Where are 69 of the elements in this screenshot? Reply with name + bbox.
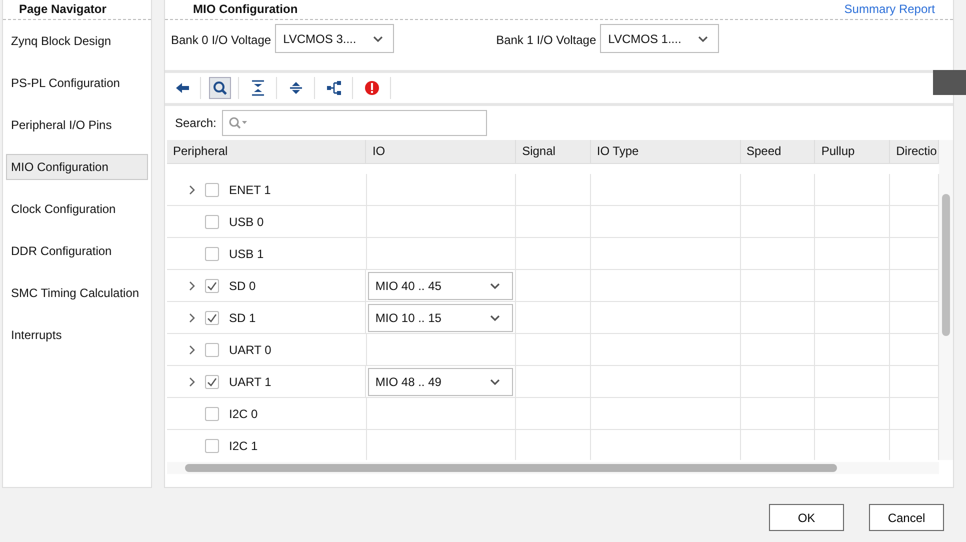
table-row[interactable]: SD 1 MIO 10 .. 15 [167, 302, 939, 334]
navigator-item[interactable]: Clock Configuration [6, 196, 148, 222]
column-header[interactable]: Signal [516, 140, 591, 163]
checkbox[interactable] [205, 406, 219, 420]
search-field[interactable] [222, 110, 488, 136]
navigator-item[interactable]: SMC Timing Calculation [6, 280, 148, 306]
table-row[interactable]: USB 0 [167, 206, 939, 238]
navigator-item[interactable]: Zynq Block Design [6, 28, 148, 54]
checkbox[interactable] [205, 214, 219, 228]
navigator-item[interactable]: Peripheral I/O Pins [6, 112, 148, 138]
vertical-scrollbar[interactable] [939, 140, 953, 460]
checkbox[interactable] [205, 278, 219, 292]
column-header[interactable]: Peripheral [167, 140, 366, 163]
navigator-item[interactable]: PS-PL Configuration [6, 70, 148, 96]
collapse-all-icon [250, 80, 266, 96]
navigator-item[interactable]: Interrupts [6, 322, 148, 348]
dialog-button[interactable]: OK [769, 504, 844, 531]
table-row[interactable]: USB 1 [167, 238, 939, 270]
column-header[interactable]: Speed [740, 140, 816, 163]
peripheral-name: SD 1 [229, 310, 256, 324]
peripheral-name: UART 1 [229, 374, 272, 388]
chevron-down-icon [490, 314, 500, 320]
checkbox[interactable] [205, 246, 219, 260]
navigator-item[interactable]: DDR Configuration [6, 238, 148, 264]
checkbox[interactable] [205, 374, 219, 388]
checkbox[interactable] [205, 310, 219, 324]
table-row[interactable]: UART 1 MIO 48 .. 49 [167, 366, 939, 398]
voltage-label: Bank 0 I/O Voltage [171, 33, 272, 47]
io-dropdown[interactable]: MIO 40 .. 45 [368, 272, 514, 300]
column-header[interactable]: IO [366, 140, 516, 163]
expand-all-icon [288, 80, 304, 96]
search-icon [212, 80, 228, 96]
horizontal-scrollbar[interactable] [167, 462, 939, 474]
table-row[interactable]: ENET 1 [167, 174, 939, 206]
dialog-button[interactable]: Cancel [869, 504, 944, 531]
chevron-down-icon [490, 282, 500, 288]
peripheral-name: I2C 1 [229, 438, 258, 452]
column-header[interactable]: IO Type [590, 140, 740, 163]
peripheral-name: USB 1 [229, 246, 264, 260]
peripheral-name: ENET 1 [229, 182, 271, 196]
error-icon [364, 80, 380, 96]
search-icon [228, 116, 248, 130]
peripheral-name: I2C 0 [229, 406, 258, 420]
io-dropdown[interactable]: MIO 48 .. 49 [368, 368, 514, 396]
io-dropdown[interactable]: MIO 10 .. 15 [368, 304, 514, 332]
search-label: Search: [175, 116, 216, 130]
navigator-title: Page Navigator [3, 0, 151, 20]
back-arrow-icon [174, 80, 190, 96]
table-row[interactable]: UART 0 [167, 334, 939, 366]
column-header[interactable]: Pullup [815, 140, 890, 163]
voltage-label: Bank 1 I/O Voltage [496, 33, 596, 47]
peripheral-name: USB 0 [229, 214, 264, 228]
table-row[interactable]: I2C 0 [167, 398, 939, 430]
voltage-dropdown[interactable]: LVCMOS 1.... [600, 24, 720, 53]
checkbox[interactable] [205, 342, 219, 356]
chevron-down-icon [490, 378, 500, 384]
checkbox[interactable] [205, 438, 219, 452]
peripheral-name: SD 0 [229, 278, 256, 292]
navigator-item[interactable]: MIO Configuration [6, 154, 148, 180]
table-row[interactable]: SD 0 MIO 40 .. 45 [167, 270, 939, 302]
page-title: MIO Configuration [193, 2, 298, 16]
hierarchy-icon [326, 80, 342, 96]
search-button[interactable] [209, 77, 231, 99]
voltage-dropdown[interactable]: LVCMOS 3.... [275, 24, 394, 53]
summary-report-link[interactable]: Summary Report [844, 2, 935, 16]
chevron-down-icon [373, 36, 384, 42]
checkbox[interactable] [205, 182, 219, 196]
peripheral-name: UART 0 [229, 342, 272, 356]
chevron-down-icon [698, 36, 708, 42]
